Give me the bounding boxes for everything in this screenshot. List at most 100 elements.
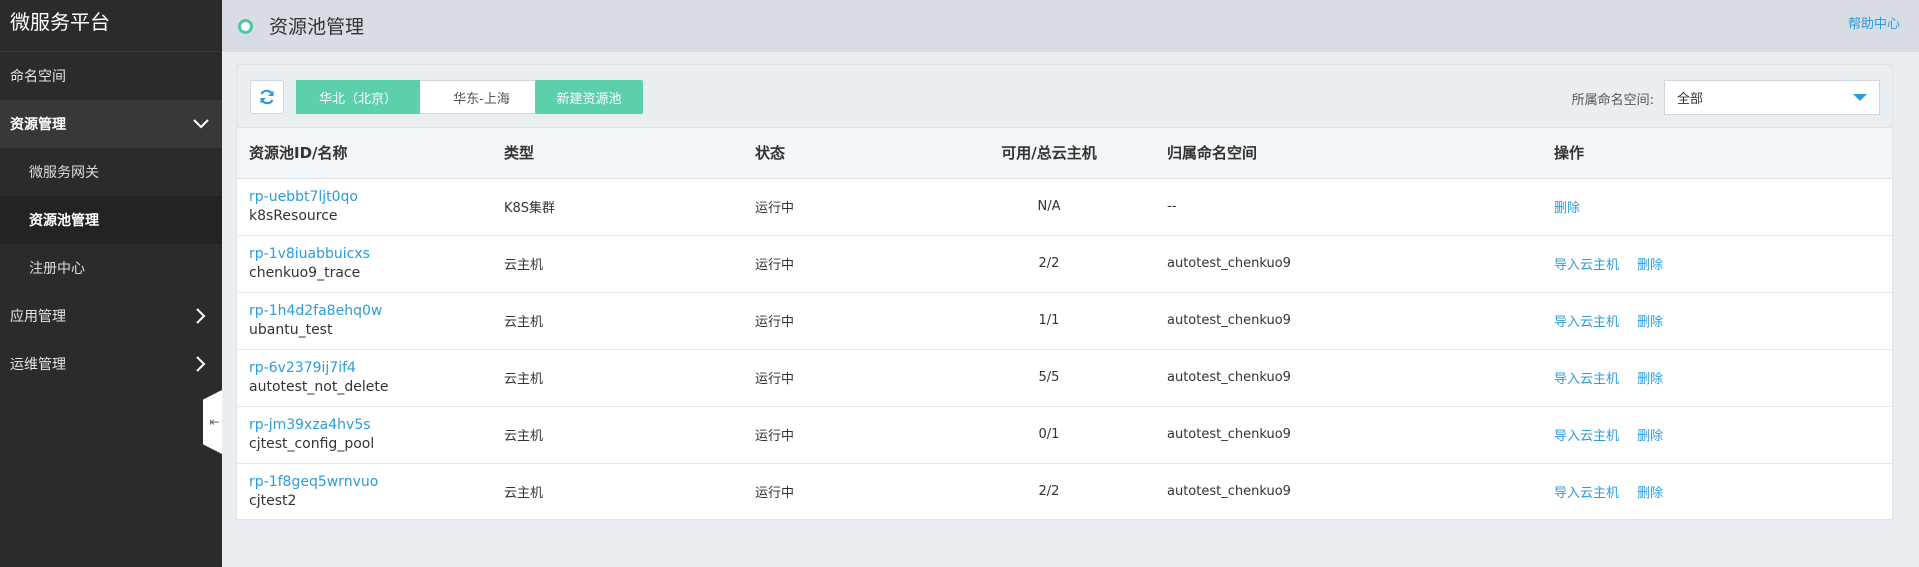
column-header-namespace: 归属命名空间 [1155,128,1542,179]
pool-id-link[interactable]: rp-jm39xza4hv5s [249,416,492,435]
column-header-actions: 操作 [1542,128,1892,179]
chevron-right-icon [190,305,212,327]
new-resource-pool-button[interactable]: 新建资源池 [535,80,643,114]
sidebar-item-label: 运维管理 [10,357,66,373]
pool-namespace: autotest_chenkuo9 [1167,427,1291,442]
sidebar-subitem-gateway[interactable]: 微服务网关 [0,148,222,196]
delete-link[interactable]: 删除 [1637,315,1663,330]
pool-type: 云主机 [504,315,544,330]
sidebar-subitem-registry[interactable]: 注册中心 [0,244,222,292]
column-header-type: 类型 [492,128,743,179]
pool-namespace: autotest_chenkuo9 [1167,256,1291,271]
namespace-filter-label: 所属命名空间: [1571,93,1654,108]
sidebar-subitem-label: 资源池管理 [29,213,99,229]
pool-namespace: autotest_chenkuo9 [1167,370,1291,385]
import-host-link[interactable]: 导入云主机 [1554,486,1619,501]
pool-id-cell: rp-1v8iuabbuicxs chenkuo9_trace [237,235,492,292]
pool-actions: 导入云主机 删除 [1542,406,1892,463]
sidebar-subitem-resource-pool[interactable]: 资源池管理 [0,196,222,244]
pool-id-link[interactable]: rp-6v2379ij7if4 [249,359,492,378]
table-row: rp-1v8iuabbuicxs chenkuo9_trace 云主机 运行中 … [237,235,1892,292]
table-row: rp-1h4d2fa8ehq0w ubantu_test 云主机 运行中 1/1… [237,292,1892,349]
refresh-button[interactable] [250,80,284,114]
pool-id-cell: rp-jm39xza4hv5s cjtest_config_pool [237,406,492,463]
pool-status: 运行中 [755,258,795,273]
pool-hosts: 1/1 [1038,313,1060,328]
status-dot-icon [238,18,253,34]
delete-link[interactable]: 删除 [1637,429,1663,444]
pool-type: 云主机 [504,429,544,444]
pool-status: 运行中 [755,429,795,444]
refresh-icon [260,89,274,105]
namespace-select[interactable]: 全部 [1664,80,1880,115]
collapse-sidebar-button[interactable]: ⇤ [203,390,222,454]
table-row: rp-jm39xza4hv5s cjtest_config_pool 云主机 运… [237,406,1892,463]
pool-id-cell: rp-1h4d2fa8ehq0w ubantu_test [237,292,492,349]
chevron-down-icon [190,113,212,135]
table-row: rp-6v2379ij7if4 autotest_not_delete 云主机 … [237,349,1892,406]
pool-id-link[interactable]: rp-1f8geq5wrnvuo [249,473,492,492]
pool-name: ubantu_test [249,321,333,338]
toolbar: 华北（北京） 华东-上海 新建资源池 所属命名空间: 全部 [237,65,1892,128]
pool-namespace: autotest_chenkuo9 [1167,313,1291,328]
pool-actions: 导入云主机 删除 [1542,463,1892,520]
sidebar-item-label: 命名空间 [10,69,66,85]
delete-link[interactable]: 删除 [1637,372,1663,387]
pool-actions: 导入云主机 删除 [1542,292,1892,349]
delete-link[interactable]: 删除 [1637,486,1663,501]
import-host-link[interactable]: 导入云主机 [1554,429,1619,444]
pool-name: k8sResource [249,207,338,224]
sidebar: 微服务平台 命名空间 资源管理 微服务网关 资源池管理 注册中心 应用管理 运维… [0,0,222,567]
pool-id-link[interactable]: rp-1v8iuabbuicxs [249,245,492,264]
pool-id-cell: rp-6v2379ij7if4 autotest_not_delete [237,349,492,406]
sidebar-item-ops-management[interactable]: 运维管理 [0,340,222,388]
column-header-id-name: 资源池ID/名称 [237,128,492,179]
pool-name: autotest_not_delete [249,378,389,395]
pool-name: chenkuo9_trace [249,264,361,281]
column-header-status: 状态 [743,128,943,179]
pool-actions: 导入云主机 删除 [1542,349,1892,406]
pool-id-link[interactable]: rp-1h4d2fa8ehq0w [249,302,492,321]
pool-status: 运行中 [755,372,795,387]
page-header: 资源池管理 帮助中心 [222,0,1919,52]
delete-link[interactable]: 删除 [1637,258,1663,273]
pool-id-cell: rp-1f8geq5wrnvuo cjtest2 [237,463,492,520]
sidebar-item-app-management[interactable]: 应用管理 [0,292,222,340]
import-host-link[interactable]: 导入云主机 [1554,315,1619,330]
pool-name: cjtest_config_pool [249,435,375,452]
pool-actions: 导入云主机 删除 [1542,235,1892,292]
pool-namespace: -- [1167,199,1177,214]
pool-status: 运行中 [755,315,795,330]
import-host-link[interactable]: 导入云主机 [1554,372,1619,387]
pool-namespace: autotest_chenkuo9 [1167,484,1291,500]
sidebar-subitem-label: 注册中心 [29,261,85,277]
table-row: rp-1f8geq5wrnvuo cjtest2 云主机 运行中 2/2 aut… [237,463,1892,520]
resource-pool-table: 资源池ID/名称 类型 状态 可用/总云主机 归属命名空间 操作 rp-uebb… [237,128,1892,520]
region-tab-beijing[interactable]: 华北（北京） [296,80,420,114]
pool-type: K8S集群 [504,201,556,216]
pool-status: 运行中 [755,486,795,502]
namespace-select-value: 全部 [1677,92,1704,107]
pool-type: 云主机 [504,372,544,387]
chevron-down-icon [1853,94,1867,101]
pool-status: 运行中 [755,201,795,216]
pool-hosts: 2/2 [1038,484,1060,500]
page-title: 资源池管理 [269,15,365,38]
region-switcher: 华北（北京） 华东-上海 [296,80,544,114]
delete-link[interactable]: 删除 [1554,201,1580,216]
pool-name: cjtest2 [249,492,297,509]
pool-id-link[interactable]: rp-uebbt7ljt0qo [249,188,492,207]
sidebar-subitem-label: 微服务网关 [29,165,99,181]
pool-hosts: 0/1 [1038,427,1060,442]
import-host-link[interactable]: 导入云主机 [1554,258,1619,273]
pool-hosts: 5/5 [1038,370,1060,385]
pool-id-cell: rp-uebbt7ljt0qo k8sResource [237,178,492,235]
help-center-link[interactable]: 帮助中心 [1848,13,1900,32]
sidebar-item-namespace[interactable]: 命名空间 [0,52,222,100]
pool-type: 云主机 [504,258,544,273]
sidebar-item-resource-management[interactable]: 资源管理 [0,100,222,148]
region-tab-shanghai[interactable]: 华东-上海 [420,80,544,114]
pool-hosts: 2/2 [1038,256,1060,271]
collapse-sidebar-icon: ⇤ [209,415,220,429]
column-header-hosts: 可用/总云主机 [943,128,1155,179]
